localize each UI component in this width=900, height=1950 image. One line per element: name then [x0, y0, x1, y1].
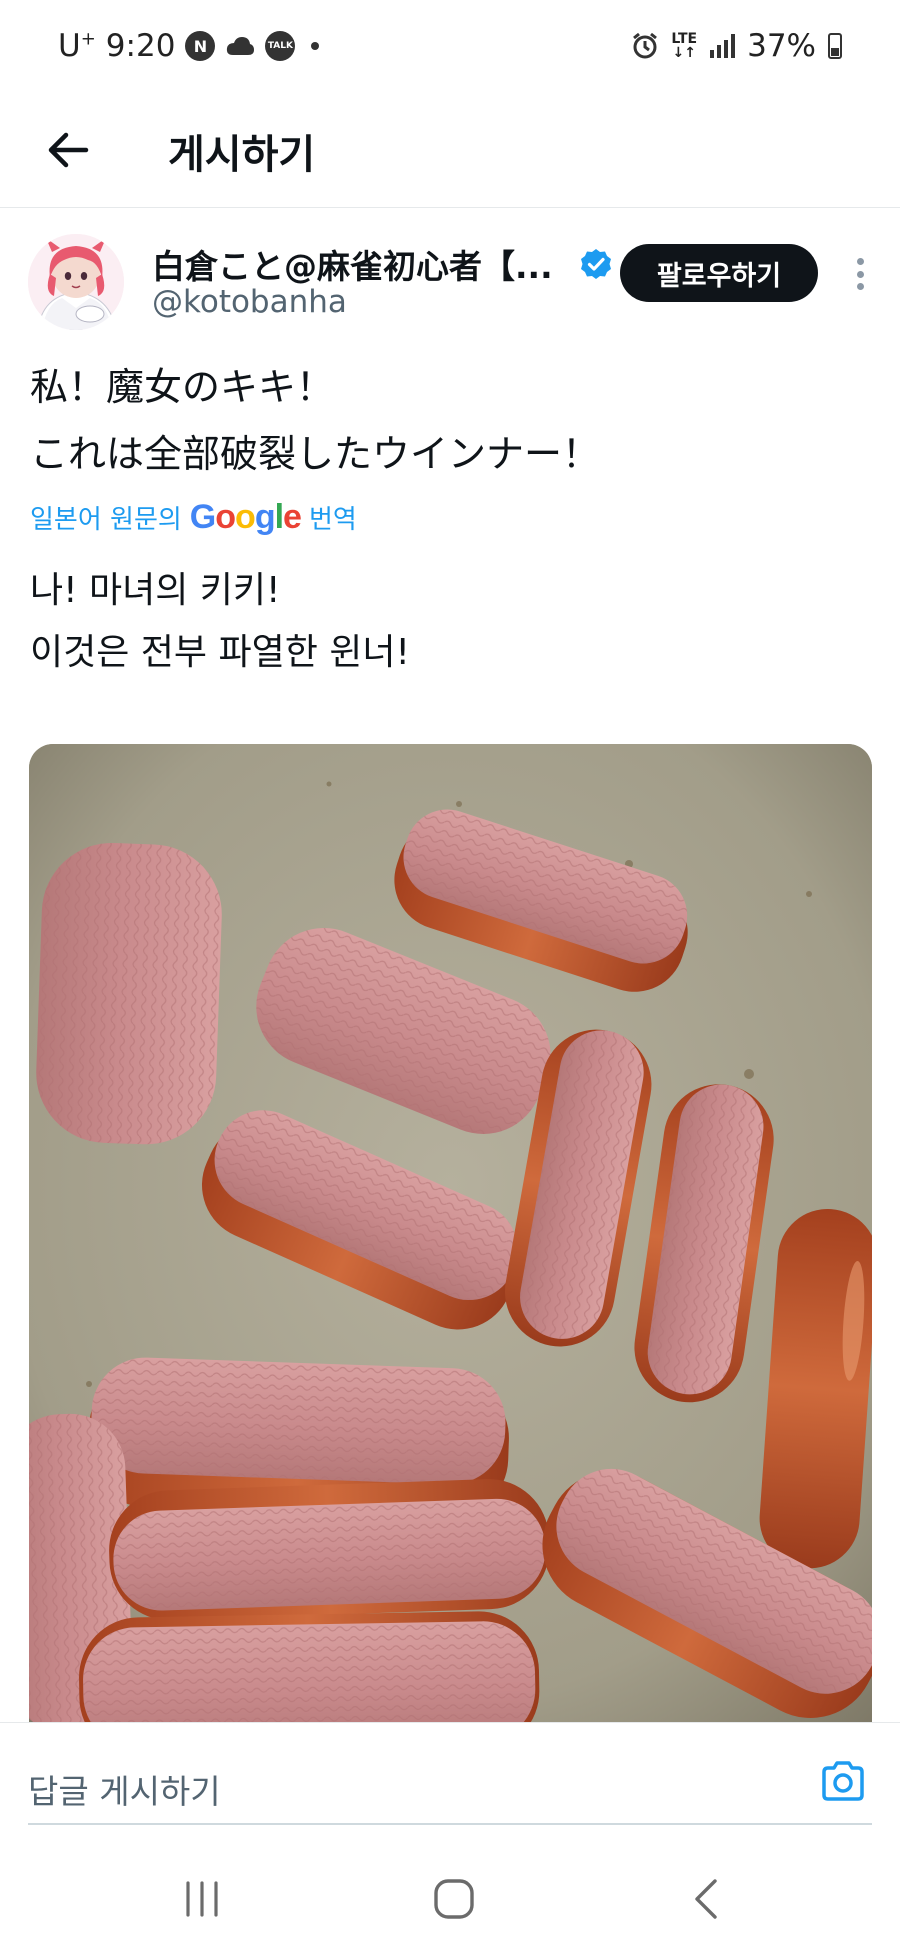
battery-percent: 37% [747, 28, 816, 64]
translated-text: 나! 마녀의 키키! 이것은 전부 파열한 윈너! [30, 560, 410, 684]
clock: 9:20 [105, 28, 176, 64]
avatar-image [28, 234, 124, 330]
chevron-left-icon [695, 1879, 717, 1919]
translation-suffix: 번역 [308, 505, 357, 535]
battery-icon [828, 33, 842, 59]
google-logo: Google [189, 498, 302, 536]
recents-button[interactable] [172, 1874, 232, 1924]
carrier-label: U+ [58, 28, 96, 64]
naver-notification-icon: N [185, 31, 216, 61]
nav-back-button[interactable] [676, 1874, 736, 1924]
follow-button[interactable]: 팔로우하기 [620, 244, 818, 302]
translation-prefix: 일본어 원문의 [30, 505, 182, 535]
alarm-icon [633, 32, 658, 59]
photo-image [29, 744, 872, 1724]
status-bar-left: U+ 9:20 N TALK [58, 28, 320, 64]
camera-icon[interactable] [818, 1757, 868, 1807]
reply-input[interactable]: 답글 게시하기 [28, 1765, 221, 1813]
back-button[interactable] [36, 118, 100, 182]
post-text-line: 私！魔女のキキ！ [30, 365, 335, 409]
translation-attribution[interactable]: 일본어 원문의 Google 번역 [30, 498, 357, 537]
more-vertical-icon[interactable] [848, 252, 872, 296]
translated-text-line: 나! 마녀의 키키! [30, 570, 281, 611]
arrow-left-icon [48, 132, 89, 168]
cloud-icon [227, 37, 255, 55]
recents-icon [186, 1881, 218, 1917]
app-header: 게시하기 [0, 96, 900, 208]
home-button[interactable] [424, 1874, 484, 1924]
reply-divider [28, 1823, 872, 1825]
verified-badge-icon [581, 249, 611, 279]
signal-icon [710, 34, 736, 58]
author-handle[interactable]: @kotobanha [152, 284, 347, 320]
system-nav-bar [0, 1846, 900, 1950]
status-bar: U+ 9:20 N TALK LTE ↓↑ 37% [0, 0, 900, 96]
post-text-line: これは全部破裂したウインナー！ [30, 432, 601, 476]
home-icon [434, 1879, 474, 1919]
post-author: 白倉こと@麻雀初心者【... @kotobanha 팔로우하기 [28, 234, 872, 334]
post-text: 私！魔女のキキ！ これは全部破裂したウインナー！ [30, 354, 600, 488]
status-bar-right: LTE ↓↑ 37% [631, 28, 842, 64]
author-name[interactable]: 白倉こと@麻雀初心者【... [152, 240, 553, 288]
kakaotalk-notification-icon: TALK [265, 31, 296, 61]
reply-bar: 답글 게시하기 [0, 1722, 900, 1846]
avatar[interactable] [28, 234, 124, 330]
post-photo[interactable] [29, 744, 872, 1724]
more-notifications-dot [311, 42, 320, 50]
translated-text-line: 이것은 전부 파열한 윈너! [30, 632, 410, 673]
lte-indicator: LTE ↓↑ [671, 31, 698, 61]
page-title: 게시하기 [168, 132, 316, 178]
